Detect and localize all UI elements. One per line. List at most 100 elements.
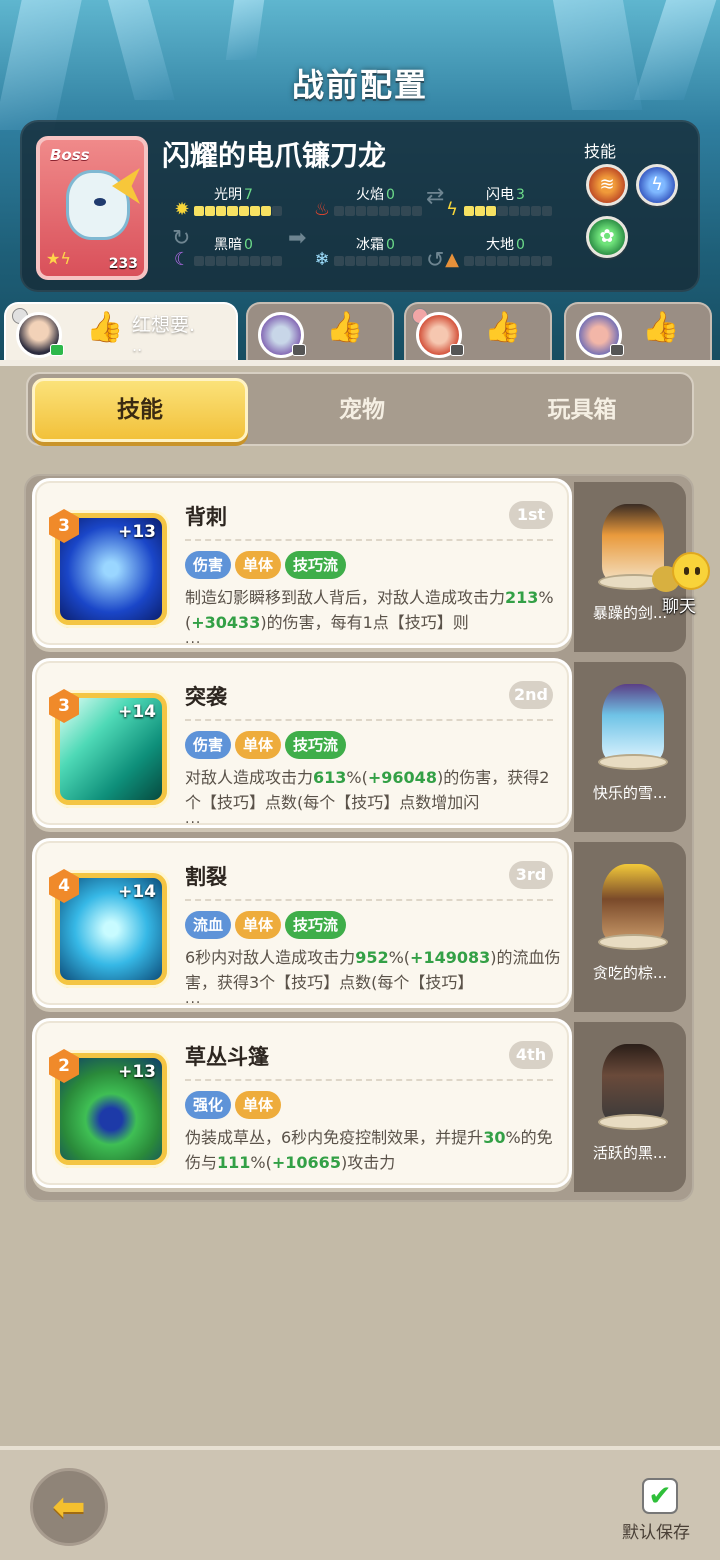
attribute-pip <box>541 256 552 266</box>
boss-skills-label: 技能 <box>584 142 617 161</box>
controller-icon <box>450 344 464 356</box>
attribute-pip <box>356 206 367 216</box>
attribute-pip <box>464 256 475 266</box>
pet-pedestal <box>598 1114 668 1130</box>
attribute-pip <box>497 256 508 266</box>
attribute-pip <box>227 256 238 266</box>
ice-crystal <box>225 0 265 60</box>
attribute-pip <box>249 256 260 266</box>
star-lightning-icon: ★ϟ <box>46 249 71 268</box>
tab-pets[interactable]: 宠物 <box>254 378 470 442</box>
character-tab-1[interactable]: 👍 红想要. .. <box>4 302 238 362</box>
boss-level: 233 <box>108 256 138 272</box>
attribute-pip <box>334 206 345 216</box>
skill-tags: 强化 单体 <box>185 1091 282 1119</box>
skill-plus: +13 <box>118 522 156 542</box>
skill-card-1[interactable]: +13 3 背刺 1st 伤害 单体 技巧流 制造幻影瞬移到敌人背后，对敌人造成… <box>32 478 572 648</box>
controller-icon <box>610 344 624 356</box>
attribute-pip <box>486 206 497 216</box>
attribute-pip <box>345 206 356 216</box>
lightning-icon[interactable]: ϟ <box>636 164 678 206</box>
skill-description: 伪装成草丛，6秒内免疫控制效果，并提升30%的免伤与111%(+10665)攻击… <box>185 1128 553 1172</box>
attribute-lightning: 闪电 3 ϟ <box>442 184 562 220</box>
attribute-pip <box>260 206 271 216</box>
page-title: 战前配置 <box>291 66 428 104</box>
boss-name: 闪耀的电爪镰刀龙 <box>162 139 387 172</box>
back-button[interactable]: ⬅ <box>30 1468 108 1546</box>
skill-tag: 技巧流 <box>285 911 347 939</box>
attribute-pip <box>260 256 271 266</box>
character-tab-4[interactable]: 👍 <box>564 302 712 362</box>
skill-rank-badge: 1st <box>509 501 553 529</box>
checkmark-icon: ✔ <box>648 1479 672 1512</box>
pet-slot-4[interactable]: 活跃的黑... <box>574 1022 686 1192</box>
attribute-pip <box>497 206 508 216</box>
pet-figure <box>602 1044 664 1122</box>
tab-skills[interactable]: 技能 <box>32 378 248 442</box>
skill-name: 突袭 <box>185 685 227 709</box>
attribute-pip <box>345 256 356 266</box>
attribute-pip <box>249 206 260 216</box>
skill-tag: 技巧流 <box>285 551 347 579</box>
skill-description: 制造幻影瞬移到敌人背后，对敌人造成攻击力213%(+30433)的伤害，每有1点… <box>185 588 554 632</box>
attribute-bar <box>464 256 552 266</box>
cycle-arrow-icon: ↺ <box>426 248 445 273</box>
attribute-pip <box>464 206 475 216</box>
thumb-hand-icon: 👍 <box>642 310 680 345</box>
skill-rank-badge: 3rd <box>509 861 553 889</box>
attribute-pip <box>530 256 541 266</box>
pet-figure <box>602 864 664 942</box>
cycle-arrow-icon: ↻ <box>172 226 191 251</box>
attribute-pip <box>216 256 227 266</box>
tab-toybox[interactable]: 玩具箱 <box>474 378 690 442</box>
attribute-pip <box>519 256 530 266</box>
divider <box>185 539 553 541</box>
attribute-bar <box>334 206 422 216</box>
attribute-pip <box>508 256 519 266</box>
claw-fire-icon[interactable]: ≋ <box>586 164 628 206</box>
attribute-pip <box>378 256 389 266</box>
moon-icon: ☾ <box>173 249 191 270</box>
skill-card-4[interactable]: +13 2 草丛斗篷 4th 强化 单体 伪装成草丛，6秒内免疫控制效果，并提升… <box>32 1018 572 1188</box>
attribute-pip <box>475 256 486 266</box>
description-ellipsis: ... <box>185 631 202 647</box>
attribute-pip <box>367 256 378 266</box>
pet-pedestal <box>598 754 668 770</box>
nature-icon[interactable]: ✿ <box>586 216 628 258</box>
attribute-pip <box>541 206 552 216</box>
boss-portrait[interactable]: Boss ★ϟ 233 <box>36 136 148 280</box>
attribute-pip <box>508 206 519 216</box>
attribute-fire: 火焰 0 ♨ <box>312 184 432 220</box>
attribute-frost: 冰霜 0 ❄ <box>312 234 432 270</box>
skill-tag: 技巧流 <box>285 731 347 759</box>
attribute-pip <box>238 206 249 216</box>
chat-button[interactable]: 聊天 <box>652 552 716 617</box>
attribute-pip <box>411 256 422 266</box>
pet-slot-2[interactable]: 快乐的雪... <box>574 662 686 832</box>
attribute-pip <box>367 206 378 216</box>
character-tab-2[interactable]: 👍 <box>246 302 394 362</box>
attribute-pip <box>519 206 530 216</box>
pet-name: 快乐的雪... <box>592 784 668 802</box>
attribute-pip <box>389 256 400 266</box>
description-ellipsis: ... <box>185 811 202 827</box>
default-save-label: 默认保存 <box>622 1523 690 1543</box>
skill-plus: +14 <box>118 702 156 722</box>
attribute-pip <box>400 206 411 216</box>
default-save-checkbox[interactable]: ✔ <box>642 1478 678 1514</box>
attribute-pip <box>334 256 345 266</box>
attribute-pip <box>475 206 486 216</box>
fire-icon: ♨ <box>313 199 331 220</box>
pet-slot-3[interactable]: 贪吃的棕... <box>574 842 686 1012</box>
attribute-pip <box>205 256 216 266</box>
character-tab-3[interactable]: 👍 <box>404 302 552 362</box>
chat-label: 聊天 <box>662 597 696 617</box>
skill-card-2[interactable]: +14 3 突袭 2nd 伤害 单体 技巧流 对敌人造成攻击力613%(+960… <box>32 658 572 828</box>
attribute-earth: 大地 0 ▲ <box>442 234 562 270</box>
skill-name: 割裂 <box>185 865 227 889</box>
attribute-bar <box>194 206 282 216</box>
boss-info-panel: Boss ★ϟ 233 闪耀的电爪镰刀龙 光明 7 ✹ 火焰 0 ♨ 闪电 3 ϟ 黑… <box>20 120 700 292</box>
attribute-pip <box>378 206 389 216</box>
skill-tag: 单体 <box>235 911 282 939</box>
skill-card-3[interactable]: +14 4 割裂 3rd 流血 单体 技巧流 6秒内对敌人造成攻击力952%(+… <box>32 838 572 1008</box>
